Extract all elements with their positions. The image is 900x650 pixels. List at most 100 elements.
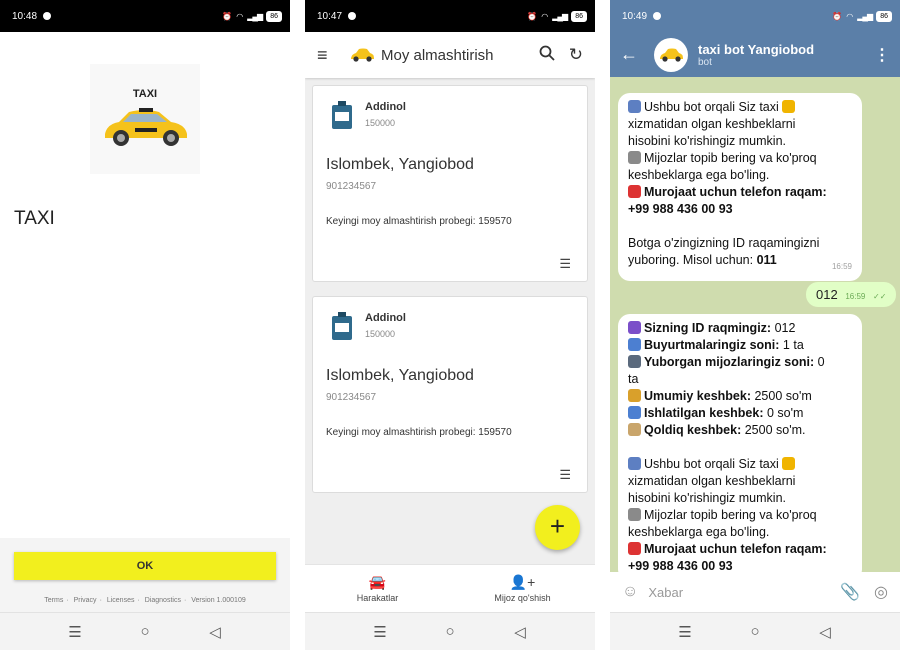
bot-avatar[interactable] bbox=[654, 37, 688, 72]
oil-change-card[interactable]: Addinol 150000 Islombek, Yangiobod 90123… bbox=[312, 85, 588, 282]
status-bar: 10:49 ⏰ ◠ ▂▄▆ 86 bbox=[610, 0, 900, 32]
battery-icon: 86 bbox=[571, 10, 587, 22]
client-name: Islombek, Yangiobod bbox=[326, 367, 474, 384]
back-arrow-icon[interactable]: ← bbox=[620, 44, 654, 65]
magnifier-icon bbox=[628, 151, 641, 164]
alarm-icon: ⏰ bbox=[832, 11, 843, 21]
back-icon[interactable]: ◁ bbox=[505, 623, 535, 641]
footer-links: Terms · Privacy · Licenses · Diagnostics · V… bbox=[44, 597, 246, 604]
mileage: 150000 bbox=[365, 118, 396, 128]
bot-name: taxi bot Yangiobod bbox=[698, 41, 815, 57]
logo-text: TAXI bbox=[132, 88, 158, 100]
app-bar: ≡ Moy almashtirish ↻ bbox=[305, 32, 595, 78]
status-time: 10:49 bbox=[622, 10, 648, 22]
phone-telegram-bot: 10:49 ⏰ ◠ ▂▄▆ 86 ← taxi bot Yangiobod bot ⋮… bbox=[610, 0, 900, 650]
attach-icon[interactable]: 📎 bbox=[840, 582, 860, 602]
bot-subtitle: bot bbox=[698, 56, 712, 68]
home-icon[interactable]: ○ bbox=[435, 623, 465, 640]
chat-area: Ushbu bot orqali Siz taxi xizmatidan olg… bbox=[610, 77, 900, 572]
next-change-text: Keyingi moy almashtirish probegi: 159570 bbox=[326, 216, 512, 227]
status-bar: 10:48 ⏰ ◠ ▂▄▆ 86 bbox=[0, 0, 290, 32]
taxi-logo-icon bbox=[351, 48, 374, 62]
user-message-text: 012 bbox=[816, 287, 838, 302]
app-title: Moy almashtirish bbox=[381, 46, 494, 64]
recents-icon[interactable]: ☰ bbox=[670, 623, 700, 641]
read-check-icon: ✓✓ bbox=[872, 292, 887, 301]
nav-item-harakatlar[interactable]: 🚘 Harakatlar bbox=[305, 565, 450, 612]
ok-button[interactable]: OK bbox=[14, 552, 276, 580]
signal-icon: ▂▄▆ bbox=[857, 11, 873, 21]
car-icon: 🚘 bbox=[368, 574, 387, 590]
details-list-icon[interactable]: ☰ bbox=[559, 256, 571, 272]
message-time: 16:59 bbox=[831, 262, 852, 271]
refresh-icon[interactable]: ↻ bbox=[569, 45, 583, 65]
id-icon bbox=[628, 321, 641, 334]
status-time: 10:48 bbox=[12, 10, 38, 22]
camera-icon[interactable]: ◎ bbox=[874, 582, 888, 602]
back-icon[interactable]: ◁ bbox=[200, 623, 230, 641]
version-text: Version 1.000109 bbox=[191, 597, 246, 604]
menu-icon[interactable]: ≡ bbox=[317, 45, 345, 66]
client-phone: 901234567 bbox=[326, 392, 377, 403]
details-list-icon[interactable]: ☰ bbox=[559, 467, 571, 483]
more-options-icon[interactable]: ⋮ bbox=[874, 45, 890, 65]
recents-icon[interactable]: ☰ bbox=[60, 623, 90, 641]
home-icon[interactable]: ○ bbox=[740, 623, 770, 640]
system-nav-bar: ☰ ○ ◁ bbox=[610, 612, 900, 650]
wifi-icon: ◠ bbox=[236, 11, 244, 21]
oil-can-icon bbox=[332, 312, 352, 340]
client-phone: 901234567 bbox=[326, 181, 377, 192]
bot-message: Sizning ID raqmingiz: 012 Buyurtmalaring… bbox=[618, 314, 862, 572]
credit-card-icon bbox=[628, 423, 641, 436]
user-message: 012 16:59 ✓✓ bbox=[806, 282, 897, 307]
home-icon[interactable]: ○ bbox=[130, 623, 160, 640]
bar-chart-icon bbox=[628, 338, 641, 351]
nav-item-add-client[interactable]: 👤+ Mijoz qo'shish bbox=[450, 565, 595, 612]
licenses-link[interactable]: Licenses bbox=[107, 597, 135, 604]
oil-change-card[interactable]: Addinol 150000 Islombek, Yangiobod 90123… bbox=[312, 296, 588, 493]
app-title: TAXI bbox=[14, 208, 55, 229]
battery-icon: 86 bbox=[876, 10, 892, 22]
notification-icon bbox=[653, 12, 662, 20]
notification-icon bbox=[348, 12, 357, 20]
back-icon[interactable]: ◁ bbox=[810, 623, 840, 641]
telephone-icon bbox=[628, 542, 641, 555]
next-change-text: Keyingi moy almashtirish probegi: 159570 bbox=[326, 427, 512, 438]
diagnostics-link[interactable]: Diagnostics bbox=[145, 597, 181, 604]
bottom-nav: 🚘 Harakatlar 👤+ Mijoz qo'shish bbox=[305, 564, 595, 612]
status-bar: 10:47 ⏰ ◠ ▂▄▆ 86 bbox=[305, 0, 595, 32]
signal-icon: ▂▄▆ bbox=[247, 11, 263, 21]
client-name: Islombek, Yangiobod bbox=[326, 156, 474, 173]
terms-link[interactable]: Terms bbox=[44, 597, 63, 604]
search-icon[interactable] bbox=[539, 45, 555, 66]
add-fab-button[interactable]: + bbox=[535, 505, 580, 550]
alarm-icon: ⏰ bbox=[222, 11, 233, 21]
system-nav-bar: ☰ ○ ◁ bbox=[0, 612, 290, 650]
phone-taxi-splash: 10:48 ⏰ ◠ ▂▄▆ 86 TAXI TAXI OK Terms · Privac… bbox=[0, 0, 290, 650]
chat-header: ← taxi bot Yangiobod bot ⋮ bbox=[610, 32, 900, 77]
taxi-logo: TAXI bbox=[90, 64, 200, 174]
message-input[interactable]: Xabar bbox=[648, 585, 826, 600]
taxi-icon bbox=[782, 457, 796, 470]
emoji-icon[interactable]: ☺ bbox=[622, 583, 638, 601]
mileage: 150000 bbox=[365, 329, 396, 339]
status-time: 10:47 bbox=[317, 10, 343, 22]
privacy-link[interactable]: Privacy bbox=[74, 597, 97, 604]
taxi-car-icon bbox=[105, 108, 187, 146]
battery-icon: 86 bbox=[266, 10, 282, 22]
mailbox-icon bbox=[628, 457, 641, 470]
notification-icon bbox=[43, 12, 52, 20]
message-input-bar: ☺ Xabar 📎 ◎ bbox=[610, 572, 900, 612]
oil-brand: Addinol bbox=[365, 312, 406, 324]
bot-message: Ushbu bot orqali Siz taxi xizmatidan olg… bbox=[618, 93, 862, 281]
mailbox-icon bbox=[628, 100, 641, 113]
system-nav-bar: ☰ ○ ◁ bbox=[305, 612, 595, 650]
telephone-icon bbox=[628, 185, 641, 198]
people-icon bbox=[628, 355, 641, 368]
nav-label: Harakatlar bbox=[356, 593, 399, 603]
money-bag-icon bbox=[628, 389, 641, 402]
recents-icon[interactable]: ☰ bbox=[365, 623, 395, 641]
magnifier-icon bbox=[628, 508, 641, 521]
chart-down-icon bbox=[628, 406, 641, 419]
add-person-icon: 👤+ bbox=[509, 574, 536, 590]
